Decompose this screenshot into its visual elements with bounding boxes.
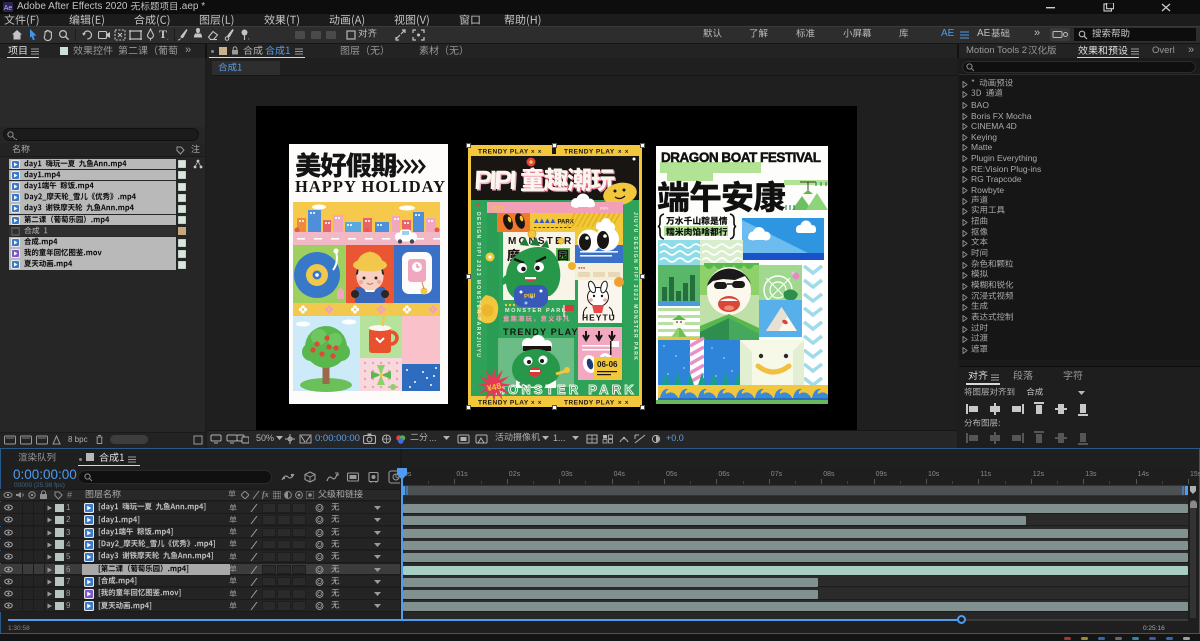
svg-text:PIPI: PIPI bbox=[473, 165, 516, 195]
svg-text:HEYTU: HEYTU bbox=[582, 313, 616, 323]
svg-text:MONSTER PARK: MONSTER PARK bbox=[494, 382, 637, 397]
svg-text:TRENDY PLAY: TRENDY PLAY bbox=[503, 327, 579, 337]
svg-text:Ae: Ae bbox=[4, 5, 13, 12]
svg-text:MONSTER PARK: MONSTER PARK bbox=[505, 308, 567, 314]
svg-text:PARK: PARK bbox=[558, 220, 575, 226]
svg-text:●●●: ●●● bbox=[578, 265, 586, 270]
svg-text:TRENDY PLAY: TRENDY PLAY bbox=[478, 149, 529, 156]
svg-text:TRENDY PLAY: TRENDY PLAY bbox=[564, 149, 615, 156]
svg-text:HAPPY HOLIDAY: HAPPY HOLIDAY bbox=[295, 177, 445, 196]
svg-text:× ×: × × bbox=[618, 401, 629, 407]
svg-text:PIPI: PIPI bbox=[600, 206, 609, 211]
svg-text:2022: 2022 bbox=[491, 207, 505, 213]
svg-text:TRENDY PLAY: TRENDY PLAY bbox=[564, 400, 615, 407]
svg-text:TRENDY PLAY: TRENDY PLAY bbox=[478, 400, 529, 407]
svg-text:06-06: 06-06 bbox=[597, 360, 618, 369]
svg-text:PIPI: PIPI bbox=[524, 293, 536, 300]
svg-text:× ×: × × bbox=[531, 150, 542, 156]
svg-text:× ×: × × bbox=[531, 401, 542, 407]
svg-text:× ×: × × bbox=[618, 150, 629, 156]
svg-text:DRAGON BOAT FESTIVAL: DRAGON BOAT FESTIVAL bbox=[661, 150, 821, 165]
